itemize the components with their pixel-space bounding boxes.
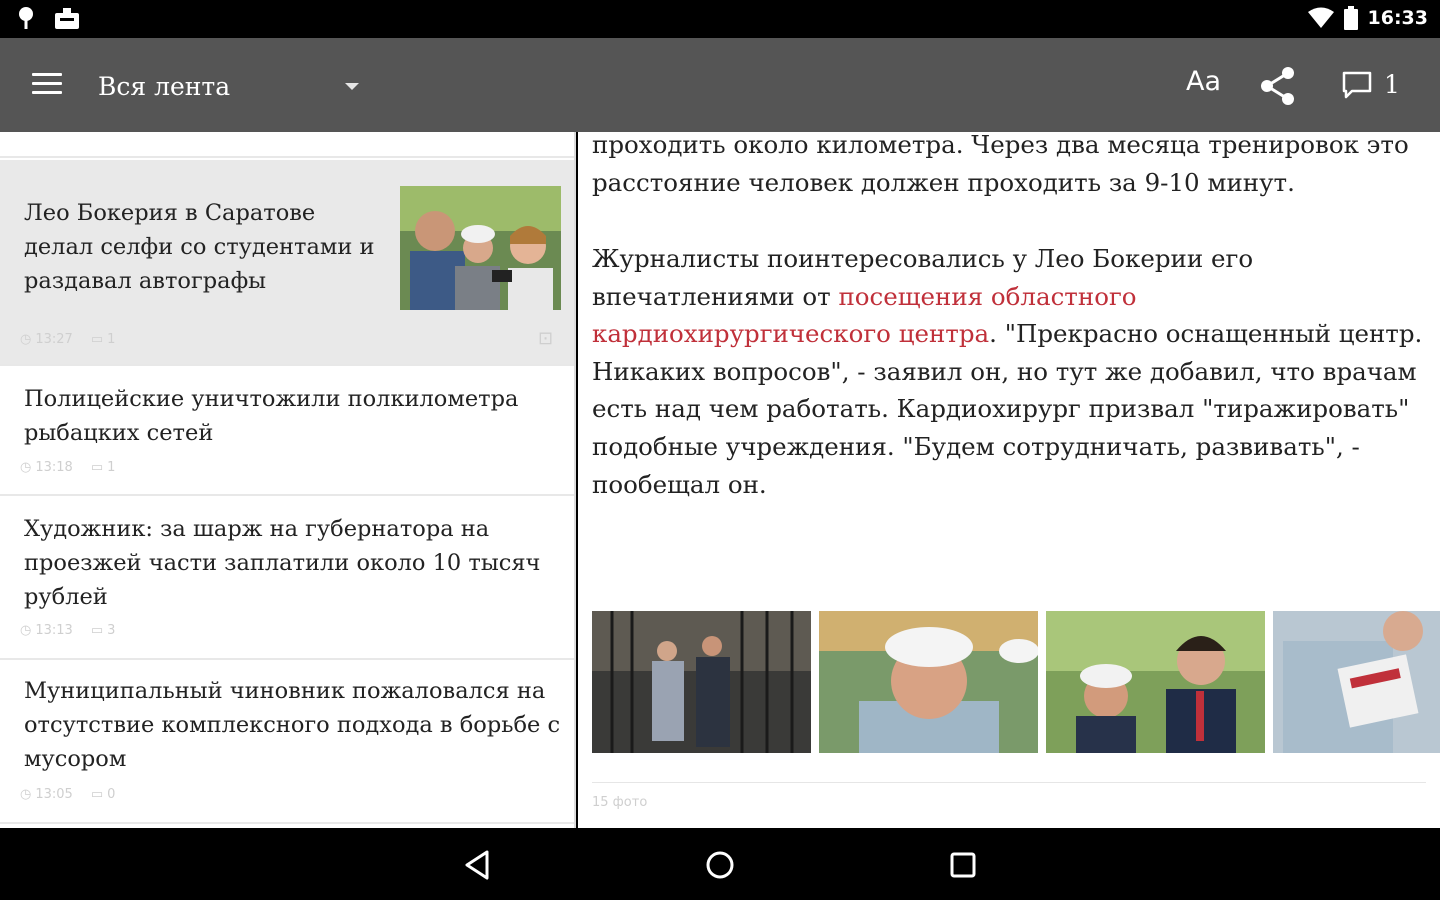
wifi-icon [1307,7,1334,28]
list-item[interactable]: Лео Бокерия в Саратове делал селфи со ст… [0,160,574,366]
status-bar: 16:33 [0,0,1440,38]
clock-icon: ◷ [20,332,32,347]
news-meta: ◷ 13:18 ▭ 1 [20,460,133,475]
home-icon[interactable] [697,842,743,888]
feed-selector[interactable]: Вся лента [98,66,368,106]
clock: 16:33 [1367,7,1428,29]
notification-icon [55,8,79,29]
list-item[interactable] [0,132,574,158]
news-time: 13:05 [35,787,73,802]
article-paragraph: проходить около километра. Через два мес… [592,132,1409,197]
news-comments-count: 1 [107,460,116,475]
comment-icon: ▭ [90,787,104,802]
news-time: 13:18 [35,460,73,475]
news-meta: ◷ 13:05 ▭ 0 [20,787,133,802]
article-view[interactable]: проходить около километра. Через два мес… [578,132,1440,828]
font-size-button[interactable]: Aa [1186,66,1221,97]
app-bar: Вся лента Aa 1 [0,38,1440,132]
system-nav-bar [0,828,1440,900]
news-comments-count: 0 [107,787,116,802]
clock-icon: ◷ [20,623,32,638]
back-icon[interactable] [455,842,501,888]
clock-icon: ◷ [20,787,32,802]
camera-icon: ⊡ [538,328,554,349]
news-time: 13:27 [35,332,73,347]
news-comments-count: 3 [107,623,116,638]
news-title: Муниципальный чиновник пожаловался на от… [24,678,561,772]
comment-icon: ▭ [90,460,104,475]
photo-gallery[interactable] [592,611,1440,753]
list-item[interactable]: Муниципальный чиновник пожаловался на от… [0,660,574,824]
comment-icon [1342,71,1372,98]
list-item[interactable]: Полицейские уничтожили полкилометра рыба… [0,368,574,496]
comments-button[interactable]: 1 [1342,70,1400,99]
news-time: 13:13 [35,623,73,638]
photo-count: 15 фото [592,795,648,810]
news-list[interactable]: Лео Бокерия в Саратове делал селфи со ст… [0,132,576,828]
comment-icon: ▭ [90,623,104,638]
location-icon [19,7,33,29]
gallery-photo[interactable] [819,611,1038,753]
news-title: Художник: за шарж на губернатора на прое… [24,516,541,610]
gallery-photo[interactable] [1046,611,1265,753]
news-thumbnail [400,186,561,310]
news-meta: ◷ 13:13 ▭ 3 [20,623,133,638]
news-title: Полицейские уничтожили полкилометра рыба… [24,386,519,446]
gallery-photo[interactable] [592,611,811,753]
divider [592,782,1426,783]
news-title: Лео Бокерия в Саратове делал селфи со ст… [24,200,375,294]
menu-icon[interactable] [32,73,62,97]
comments-count: 1 [1384,70,1400,99]
comment-icon: ▭ [90,332,104,347]
dropdown-caret-icon [345,83,359,90]
battery-icon [1343,6,1358,30]
gallery-photo[interactable] [1273,611,1440,753]
feed-label: Вся лента [98,71,231,101]
share-icon[interactable] [1258,66,1298,106]
news-meta: ◷ 13:27 ▭ 1 [20,332,133,347]
news-comments-count: 1 [107,332,116,347]
article-paragraph: Журналисты поинтересовались у Лео Бокери… [592,240,1432,503]
recents-icon[interactable] [940,842,986,888]
clock-icon: ◷ [20,460,32,475]
list-item[interactable]: Художник: за шарж на губернатора на прое… [0,498,574,660]
